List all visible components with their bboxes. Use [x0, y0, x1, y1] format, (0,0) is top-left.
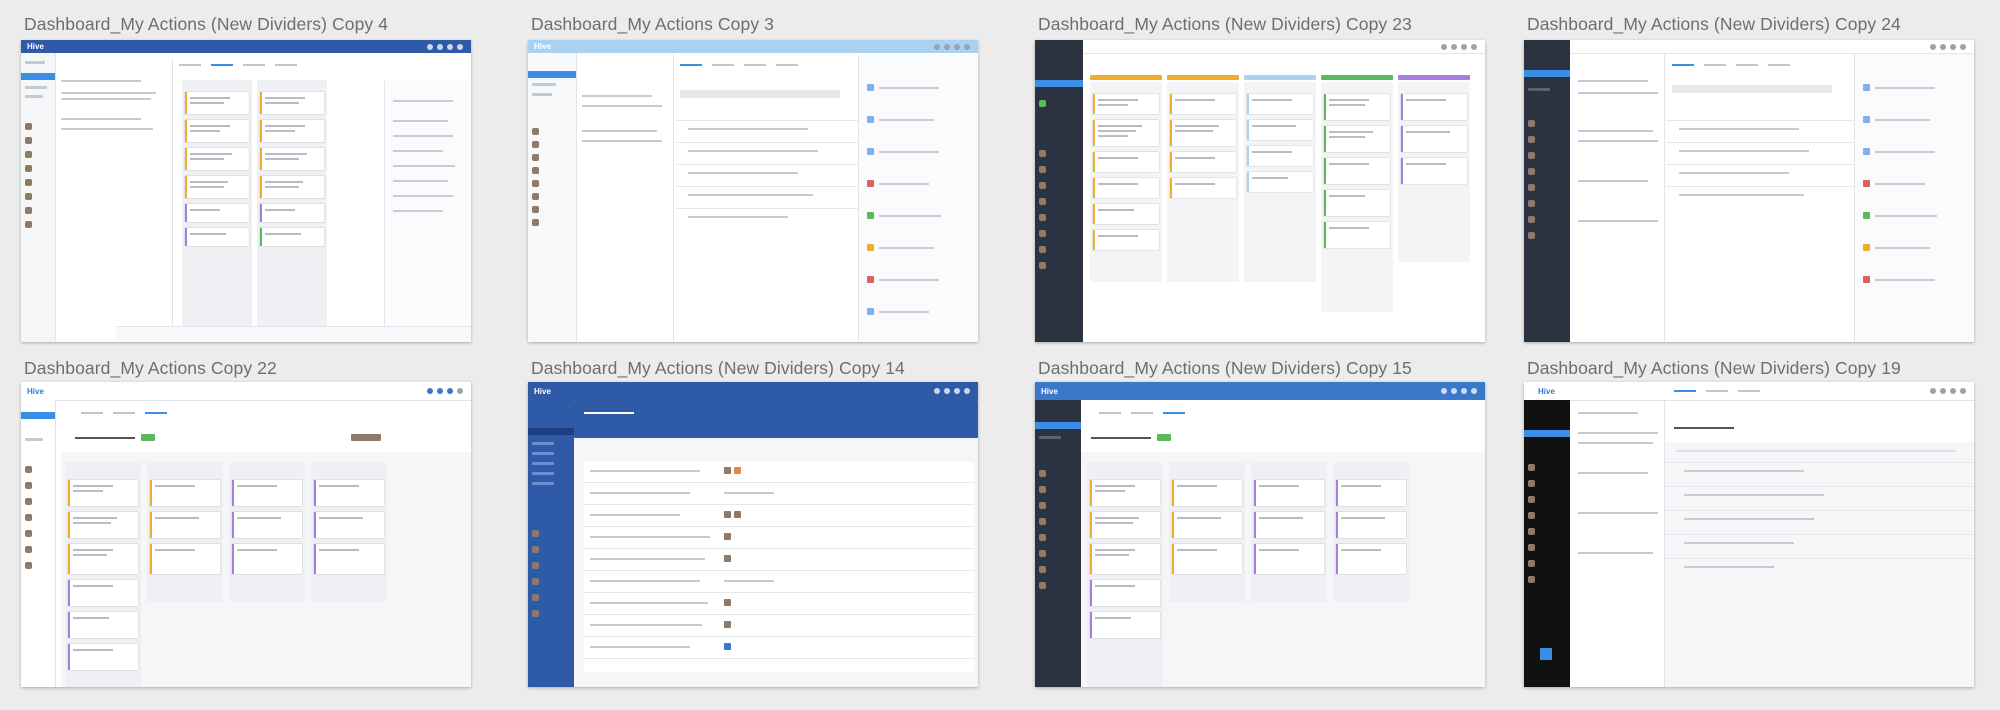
app-logo: Hive — [27, 42, 44, 51]
thumbnail-preview[interactable]: Hive — [528, 382, 978, 687]
thumbnail-preview[interactable]: Hive — [21, 40, 471, 342]
thumbnail-preview[interactable]: Hive — [1524, 382, 1974, 687]
thumbnail-preview[interactable] — [1035, 40, 1485, 342]
sidebar — [1035, 400, 1081, 687]
thumbnail-preview[interactable]: Hive — [528, 40, 978, 342]
app-header: Hive — [528, 40, 978, 53]
sidebar — [528, 400, 574, 687]
thumbnail-title: Dashboard_My Actions (New Dividers) Copy… — [1527, 358, 1901, 378]
thumbnail-title: Dashboard_My Actions (New Dividers) Copy… — [531, 358, 905, 378]
app-logo: Hive — [534, 42, 551, 51]
sidebar — [21, 53, 56, 342]
sidebar — [1524, 40, 1570, 342]
app-header: Hive — [1035, 382, 1485, 400]
app-header — [1035, 40, 1485, 54]
app-header: Hive — [1524, 40, 1974, 54]
app-logo: Hive — [534, 386, 551, 396]
thumbnail-preview[interactable]: Hive — [21, 382, 471, 687]
app-logo: Hive — [1041, 386, 1058, 396]
thumbnail-title: Dashboard_My Actions (New Dividers) Copy… — [24, 14, 389, 34]
thumbnail-title: Dashboard_My Actions (New Dividers) Copy… — [1527, 14, 1901, 34]
thumbnail-preview[interactable]: Hive — [1524, 40, 1974, 342]
sidebar — [1035, 40, 1083, 342]
thumbnail-title: Dashboard_My Actions (New Dividers) Copy… — [1038, 358, 1412, 378]
app-logo: Hive — [1538, 386, 1555, 396]
app-header: Hive — [21, 382, 471, 401]
thumbnail-preview[interactable]: Hive — [1035, 382, 1485, 687]
app-header: Hive — [21, 40, 471, 53]
app-logo: Hive — [27, 386, 44, 396]
sidebar — [528, 53, 577, 342]
sidebar — [1524, 400, 1570, 687]
thumbnail-title: Dashboard_My Actions Copy 22 — [24, 358, 277, 378]
thumbnail-title: Dashboard_My Actions (New Dividers) Copy… — [1038, 14, 1412, 34]
sidebar — [21, 400, 56, 687]
thumbnail-title: Dashboard_My Actions Copy 3 — [531, 14, 774, 34]
app-header: Hive — [528, 382, 978, 400]
